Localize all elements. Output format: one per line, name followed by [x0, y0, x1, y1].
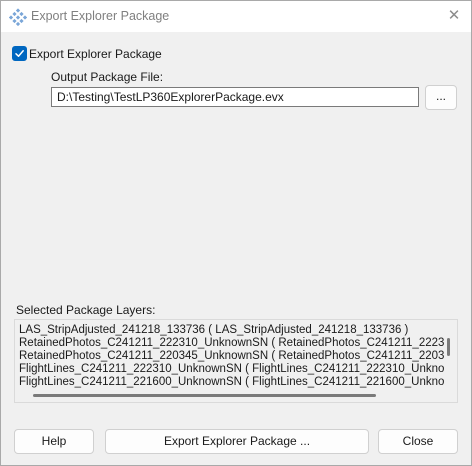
export-package-checkbox[interactable]	[12, 46, 27, 61]
browse-button[interactable]: ...	[425, 85, 457, 110]
export-explorer-package-button[interactable]: Export Explorer Package ...	[105, 429, 369, 454]
close-button[interactable]: Close	[378, 429, 458, 454]
title-bar[interactable]: Export Explorer Package ✕	[1, 1, 471, 32]
output-package-file-input[interactable]	[51, 87, 419, 107]
list-item[interactable]: FlightLines_C241211_222310_UnknownSN ( F…	[19, 363, 444, 376]
help-button[interactable]: Help	[14, 429, 94, 454]
horizontal-scrollbar-thumb[interactable]	[33, 394, 376, 397]
window-title: Export Explorer Package	[31, 9, 170, 23]
output-package-file-label: Output Package File:	[51, 70, 164, 84]
checkmark-icon	[15, 50, 24, 57]
vertical-scrollbar-thumb[interactable]	[447, 338, 450, 356]
list-item[interactable]: RetainedPhotos_C241211_222310_UnknownSN …	[19, 337, 444, 350]
app-grid-icon	[8, 8, 28, 27]
selected-package-layers-label: Selected Package Layers:	[16, 303, 156, 317]
layers-list-viewport: LAS_StripAdjusted_241218_133736 ( LAS_St…	[19, 324, 444, 388]
list-item[interactable]: FlightLines_C241211_221600_UnknownSN ( F…	[19, 376, 444, 388]
export-package-checkbox-label[interactable]: Export Explorer Package	[29, 47, 162, 61]
selected-package-layers-list[interactable]: LAS_StripAdjusted_241218_133736 ( LAS_St…	[14, 319, 458, 403]
close-icon[interactable]: ✕	[442, 5, 466, 27]
list-item[interactable]: RetainedPhotos_C241211_220345_UnknownSN …	[19, 350, 444, 363]
export-explorer-package-dialog: Export Explorer Package ✕ Export Explore…	[0, 0, 472, 466]
list-item[interactable]: LAS_StripAdjusted_241218_133736 ( LAS_St…	[19, 324, 444, 337]
